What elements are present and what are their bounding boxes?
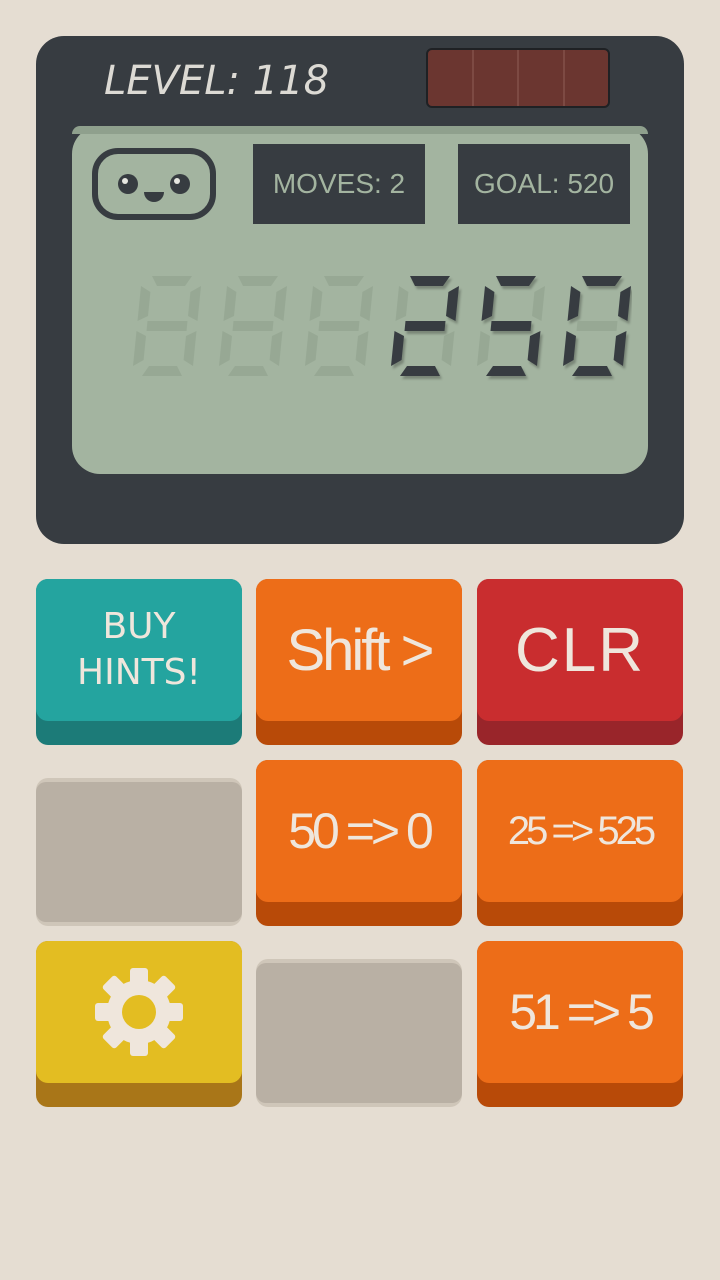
segment-unlit [183,331,197,366]
segment-lit [563,331,576,366]
segment-unlit [532,286,545,321]
solar-panel [426,48,610,108]
segment-lit [567,286,581,321]
op-50-to-0-button[interactable]: 50 => 0 [256,760,462,926]
segment-lit [486,366,526,376]
segment-unlit [133,331,146,366]
segment-unlit [309,286,323,321]
segment-lit [391,331,404,366]
robot-face-icon [92,148,216,220]
segment-unlit [223,286,237,321]
segment-lit [618,286,631,321]
segment-lit [446,286,459,321]
op-25-to-525-label: 25 => 525 [507,808,656,853]
segment-unlit [360,286,373,321]
segment-unlit [441,331,455,366]
segment-lit [613,331,627,366]
segment-unlit [314,366,354,376]
segment-unlit [137,286,151,321]
calculator-device: LEVEL: 118 MOVES: 2 GOAL: 520 [36,36,684,544]
level-label: LEVEL: 118 [104,58,330,104]
settings-button[interactable] [36,941,242,1107]
segment-lit [496,276,536,286]
op-50-to-0-label: 50 => 0 [288,803,434,859]
segment-unlit [188,286,201,321]
segment-unlit [576,321,618,331]
clear-label: CLR [514,615,646,685]
segment-unlit [142,366,182,376]
segment-unlit [477,331,490,366]
segment-lit [572,366,612,376]
empty-button-slot [36,778,242,926]
segment-unlit [146,321,188,331]
segment-unlit [219,331,232,366]
segment-unlit [395,286,409,321]
segment-unlit [232,321,274,331]
segment-lit [481,286,495,321]
buy-hints-button[interactable]: BUY HINTS! [36,579,242,745]
seven-segment-display [133,276,631,376]
segment-lit [527,331,541,366]
segment-unlit [238,276,278,286]
segment-lit [400,366,440,376]
empty-button-slot [256,959,462,1107]
op-25-to-525-button[interactable]: 25 => 525 [477,760,683,926]
op-51-to-5-button[interactable]: 51 => 5 [477,941,683,1107]
segment-unlit [152,276,192,286]
goal-display: GOAL: 520 [458,144,630,224]
shift-label: Shift > [286,617,434,683]
segment-lit [410,276,450,286]
segment-unlit [274,286,287,321]
segment-unlit [269,331,283,366]
clear-button[interactable]: CLR [477,579,683,745]
segment-unlit [318,321,360,331]
buy-hints-label: BUY HINTS! [77,606,201,693]
op-51-to-5-label: 51 => 5 [509,984,655,1040]
moves-counter: MOVES: 2 [253,144,425,224]
segment-unlit [305,331,318,366]
shift-button[interactable]: Shift > [256,579,462,745]
segment-unlit [324,276,364,286]
segment-lit [582,276,622,286]
segment-lit [404,321,446,331]
lcd-screen: MOVES: 2 GOAL: 520 [72,126,648,474]
segment-unlit [228,366,268,376]
segment-lit [490,321,532,331]
segment-unlit [355,331,369,366]
gear-icon [95,968,183,1056]
